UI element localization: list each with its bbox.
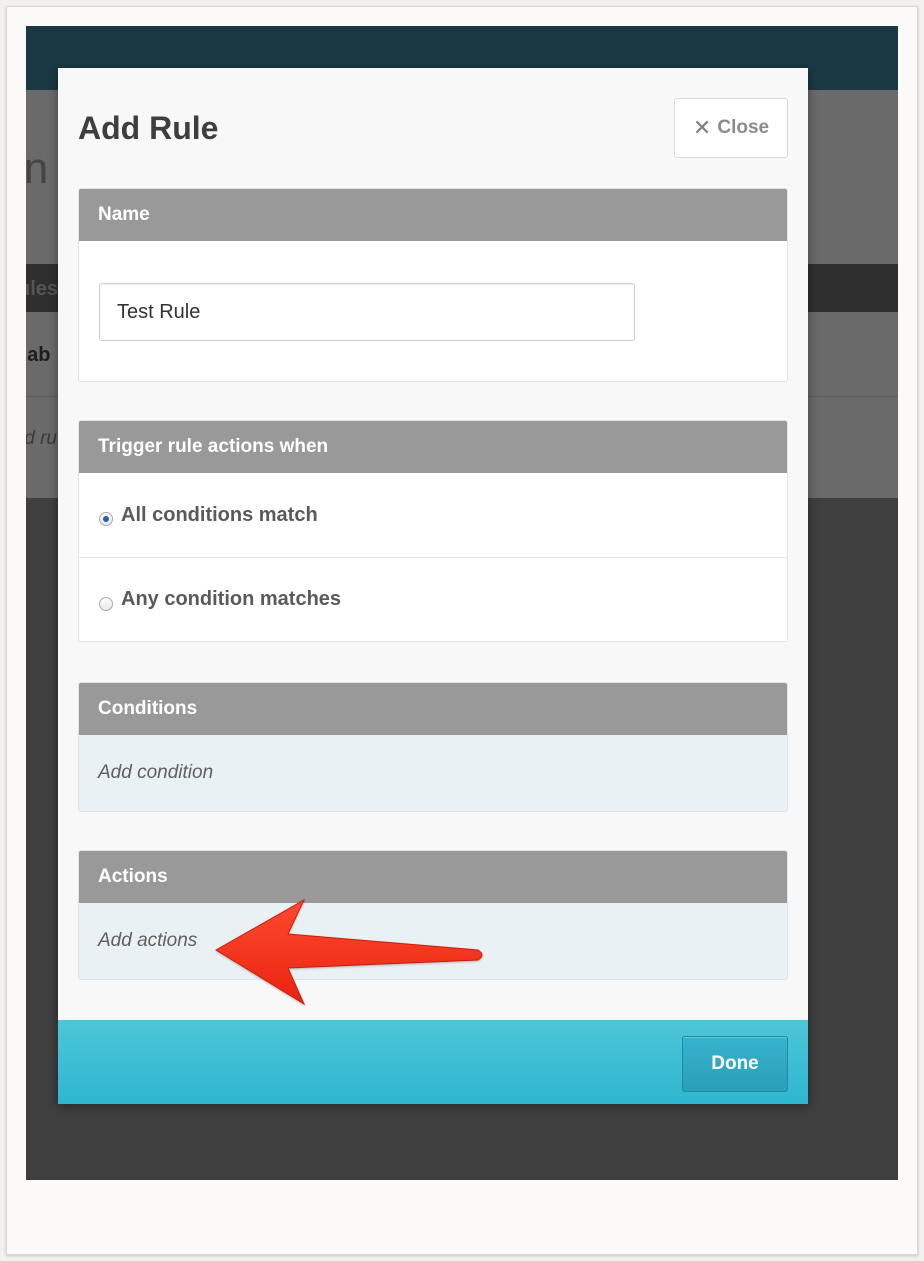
actions-panel: Actions Add actions: [78, 850, 788, 980]
background-page-title: in: [26, 144, 49, 193]
modal-footer: Done: [58, 1020, 808, 1104]
trigger-panel-header: Trigger rule actions when: [79, 421, 787, 473]
actions-panel-header: Actions: [79, 851, 787, 903]
radio-button-checked[interactable]: [99, 512, 113, 526]
background-add-rule-text: ld ru: [26, 428, 57, 449]
radio-option-any-condition[interactable]: Any condition matches: [79, 557, 787, 641]
background-rules-label: ules: [26, 278, 59, 300]
background-row-text: l ab: [26, 344, 51, 366]
add-actions-link[interactable]: Add actions: [79, 903, 787, 979]
close-label: Close: [717, 117, 770, 138]
radio-option-all-conditions[interactable]: All conditions match: [79, 473, 787, 557]
add-condition-link[interactable]: Add condition: [79, 735, 787, 811]
trigger-panel: Trigger rule actions when All conditions…: [78, 420, 788, 642]
x-icon: ✕: [692, 115, 712, 140]
conditions-panel-header: Conditions: [79, 683, 787, 735]
done-button[interactable]: Done: [682, 1036, 788, 1092]
close-button[interactable]: ✕ Close: [674, 98, 788, 158]
name-panel: Name: [78, 188, 788, 382]
conditions-panel: Conditions Add condition: [78, 682, 788, 812]
radio-label: Any condition matches: [121, 588, 342, 610]
rule-name-input[interactable]: [99, 283, 635, 341]
modal-title: Add Rule: [78, 110, 219, 146]
add-rule-modal: Add Rule ✕ Close Name Trigger rule actio…: [58, 68, 808, 1104]
radio-label: All conditions match: [121, 503, 318, 526]
name-panel-header: Name: [79, 189, 787, 241]
radio-button-unchecked[interactable]: [99, 596, 113, 611]
